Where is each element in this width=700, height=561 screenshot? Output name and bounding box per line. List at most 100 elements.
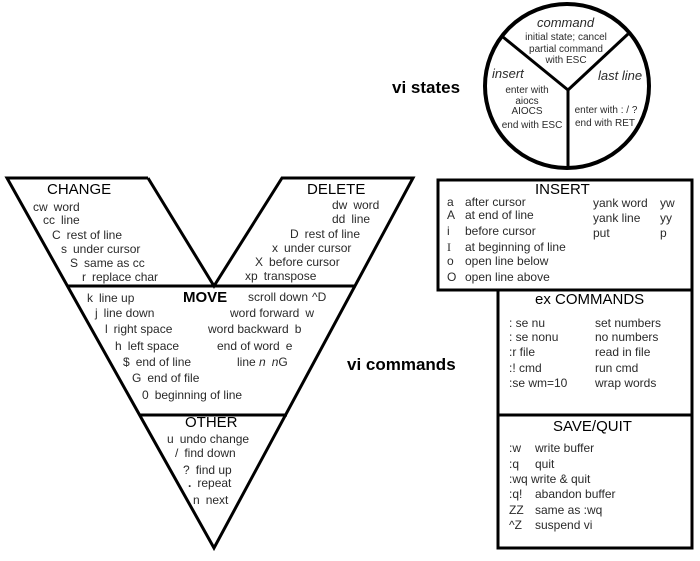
move-item: h left space bbox=[115, 339, 179, 353]
command-key: l bbox=[105, 322, 108, 336]
yank-desc: yank line bbox=[593, 211, 641, 225]
yank-key: p bbox=[660, 226, 667, 240]
change-item: cw word bbox=[33, 200, 80, 214]
save-cmd: :q bbox=[509, 457, 520, 471]
command-desc: scroll down bbox=[248, 290, 309, 304]
command-key: O bbox=[447, 270, 457, 284]
command-key: dd bbox=[332, 212, 346, 226]
save-desc: suspend vi bbox=[535, 518, 593, 532]
command-key: / bbox=[175, 446, 179, 460]
command-key: x bbox=[272, 241, 278, 255]
command-key: i bbox=[447, 224, 450, 238]
command-key: D bbox=[290, 227, 299, 241]
delete-item: Xbefore cursor bbox=[255, 255, 340, 269]
save-cmd: :q! bbox=[509, 487, 523, 501]
change-item: s under cursor bbox=[61, 242, 140, 256]
command-desc: line down bbox=[103, 306, 155, 320]
state-command-title: command bbox=[537, 15, 595, 30]
command-desc: beginning of line bbox=[154, 388, 243, 402]
vi-states-label: vi states bbox=[392, 78, 461, 97]
state-insert-title: insert bbox=[492, 66, 524, 81]
command-desc: repeat bbox=[197, 476, 232, 490]
command-desc: line bbox=[351, 212, 371, 226]
command-key: r bbox=[82, 270, 86, 284]
command-desc: rest of line bbox=[66, 228, 123, 242]
delete-item: x under cursor bbox=[272, 241, 351, 255]
command-desc: end of word bbox=[217, 339, 280, 353]
command-key: u bbox=[167, 432, 174, 446]
change-item: r replace char bbox=[82, 270, 158, 284]
move-item: word forward w bbox=[230, 306, 314, 320]
command-key: ? bbox=[183, 463, 190, 477]
command-key: . bbox=[188, 476, 192, 490]
save-desc: same as :wq bbox=[535, 503, 603, 517]
command-desc: find down bbox=[184, 446, 236, 460]
command-key: I bbox=[447, 240, 451, 254]
other-item: . repeat bbox=[188, 476, 231, 490]
vi-reference-diagram: vi states vi commands command initial st… bbox=[0, 0, 700, 561]
move-item: l right space bbox=[105, 322, 172, 336]
command-desc: word bbox=[353, 198, 380, 212]
save-quit-heading: SAVE/QUIT bbox=[553, 418, 632, 435]
command-key: w bbox=[305, 306, 315, 320]
command-key: S bbox=[70, 256, 79, 270]
move-heading: MOVE bbox=[183, 289, 228, 306]
move-item: word backward b bbox=[208, 322, 301, 336]
move-item: end of word e bbox=[217, 339, 292, 353]
command-desc: word bbox=[53, 200, 80, 214]
command-key: ^D bbox=[312, 290, 327, 304]
yank-key: yy bbox=[660, 211, 672, 225]
vi-commands-label: vi commands bbox=[347, 355, 456, 374]
state-last-line-title: last line bbox=[598, 68, 643, 83]
command-desc: under cursor bbox=[284, 241, 352, 255]
command-desc: line bbox=[61, 213, 80, 227]
command-key: n bbox=[193, 493, 200, 507]
command-arg: n bbox=[259, 355, 266, 369]
other-item: n next bbox=[193, 493, 228, 507]
command-desc: end of line bbox=[135, 355, 192, 369]
delete-item: xp transpose bbox=[245, 269, 316, 283]
ex-desc: wrap words bbox=[595, 376, 657, 390]
command-key: a bbox=[447, 195, 454, 209]
command-desc: open line below bbox=[465, 254, 549, 268]
change-item: cc line bbox=[43, 213, 80, 227]
command-desc: word forward bbox=[230, 306, 300, 320]
command-desc: before cursor bbox=[465, 224, 536, 238]
command-key: k bbox=[87, 291, 93, 305]
ex-desc: no numbers bbox=[595, 330, 659, 344]
command-desc: at end of line bbox=[465, 208, 534, 222]
command-desc: line bbox=[237, 355, 256, 369]
command-desc: line up bbox=[99, 291, 135, 305]
save-desc: write & quit bbox=[531, 472, 591, 486]
command-key: G bbox=[132, 371, 142, 385]
command-key: o bbox=[447, 254, 454, 268]
move-item: $ end of line bbox=[123, 355, 191, 369]
save-cmd: ZZ bbox=[509, 503, 524, 517]
command-desc: before cursor bbox=[269, 255, 340, 269]
move-item: 0 beginning of line bbox=[142, 388, 242, 402]
ex-cmd: :se wm=10 bbox=[509, 376, 568, 390]
move-item: scroll down ^D bbox=[248, 290, 326, 304]
command-key: 0 bbox=[142, 388, 149, 402]
delete-item: Drest of line bbox=[290, 227, 360, 241]
other-heading: OTHER bbox=[185, 414, 238, 431]
command-key: xp bbox=[245, 269, 258, 283]
command-desc: after cursor bbox=[465, 195, 526, 209]
ex-heading: ex COMMANDS bbox=[535, 291, 645, 308]
command-desc: find up bbox=[195, 463, 232, 477]
command-desc: right space bbox=[113, 322, 173, 336]
command-desc: at beginning of line bbox=[465, 240, 566, 254]
move-item: j line down bbox=[95, 306, 154, 320]
command-desc: replace char bbox=[92, 270, 159, 284]
command-desc: left space bbox=[127, 339, 180, 353]
save-desc: abandon buffer bbox=[535, 487, 616, 501]
ex-desc: run cmd bbox=[595, 361, 639, 375]
command-key: e bbox=[285, 339, 293, 353]
command-key: C bbox=[52, 228, 61, 242]
command-key: s bbox=[61, 242, 67, 256]
other-item: u undo change bbox=[167, 432, 249, 446]
save-desc: write buffer bbox=[535, 441, 595, 455]
state-last-line-line: enter with : / ? bbox=[574, 105, 638, 116]
command-key: h bbox=[115, 339, 122, 353]
command-key: $ bbox=[123, 355, 130, 369]
